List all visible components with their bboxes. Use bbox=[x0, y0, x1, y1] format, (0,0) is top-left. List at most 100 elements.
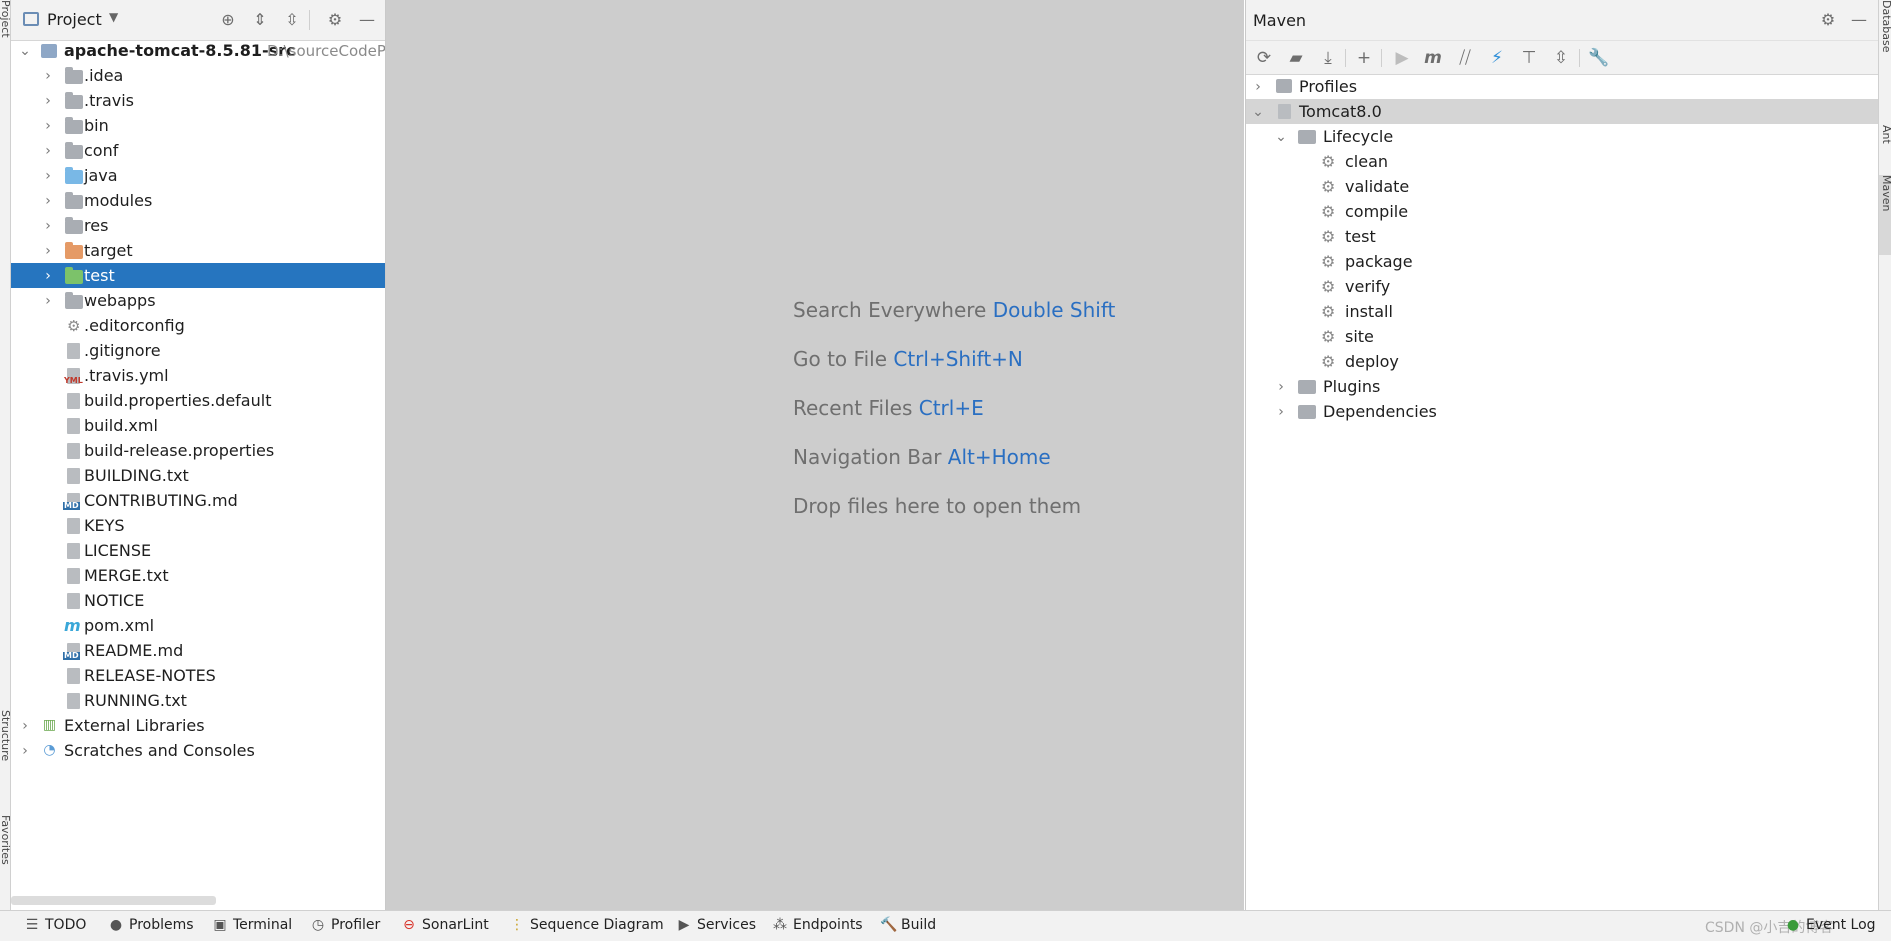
bottom-tab-services[interactable]: ▶ Services bbox=[676, 917, 756, 933]
tree-item[interactable]: build.properties.default bbox=[11, 388, 385, 413]
tree-item[interactable]: LICENSE bbox=[11, 538, 385, 563]
add-icon[interactable]: + bbox=[1353, 47, 1375, 69]
run-icon[interactable]: ▶ bbox=[1391, 47, 1413, 69]
tree-item[interactable]: RELEASE-NOTES bbox=[11, 663, 385, 688]
bottom-tab-build[interactable]: 🔨 Build bbox=[880, 917, 936, 933]
gear-icon[interactable]: ⚙ bbox=[1818, 10, 1838, 30]
maven-phase-item[interactable]: ⚙ clean bbox=[1246, 149, 1878, 174]
tree-item[interactable]: NOTICE bbox=[11, 588, 385, 613]
reload-icon[interactable]: ⟳ bbox=[1253, 47, 1275, 69]
editor-empty-area[interactable]: Search Everywhere Double Shift Go to File… bbox=[386, 0, 1244, 910]
add-folder-icon[interactable]: ▰ bbox=[1285, 47, 1307, 69]
chevron-right-icon[interactable]: › bbox=[41, 218, 55, 234]
ant-tool-tab[interactable]: Ant bbox=[1879, 125, 1891, 170]
maven-project-row[interactable]: ⌄ Tomcat8.0 bbox=[1246, 99, 1878, 124]
tree-root-row[interactable]: ⌄ apache-tomcat-8.5.81-src D:\sourceCode… bbox=[11, 38, 385, 63]
chevron-right-icon[interactable]: › bbox=[41, 93, 55, 109]
chevron-right-icon[interactable]: › bbox=[41, 118, 55, 134]
skip-tests-icon[interactable]: ⚡ bbox=[1486, 47, 1508, 69]
chevron-right-icon[interactable]: › bbox=[18, 718, 32, 734]
tree-item[interactable]: build.xml bbox=[11, 413, 385, 438]
collapse-all-icon[interactable]: ⇳ bbox=[1550, 47, 1572, 69]
maven-phase-item[interactable]: ⚙ install bbox=[1246, 299, 1878, 324]
tree-item[interactable]: › bin bbox=[11, 113, 385, 138]
maven-phase-item[interactable]: ⚙ site bbox=[1246, 324, 1878, 349]
wrench-icon[interactable]: 🔧 bbox=[1588, 47, 1610, 69]
show-dependencies-icon[interactable]: ⊤ bbox=[1518, 47, 1540, 69]
gear-icon[interactable]: ⚙ bbox=[325, 10, 345, 30]
toggle-offline-icon[interactable]: ⧸⧸ bbox=[1454, 47, 1476, 69]
bottom-tab-profiler[interactable]: ◷ Profiler bbox=[310, 917, 380, 933]
chevron-right-icon[interactable]: › bbox=[41, 143, 55, 159]
tree-item[interactable]: .gitignore bbox=[11, 338, 385, 363]
horizontal-scrollbar[interactable] bbox=[11, 896, 216, 905]
chevron-right-icon[interactable]: › bbox=[41, 168, 55, 184]
tree-item[interactable]: ⚙ .editorconfig bbox=[11, 313, 385, 338]
text-file-icon bbox=[67, 568, 80, 584]
chevron-down-icon[interactable]: ⌄ bbox=[18, 43, 32, 59]
maven-phase-item[interactable]: ⚙ test bbox=[1246, 224, 1878, 249]
bottom-tab-problems[interactable]: ● Problems bbox=[108, 917, 194, 933]
maven-profiles-row[interactable]: › Profiles bbox=[1246, 74, 1878, 99]
chevron-right-icon[interactable]: › bbox=[41, 193, 55, 209]
tree-item[interactable]: › webapps bbox=[11, 288, 385, 313]
database-tool-tab[interactable]: Database bbox=[1879, 0, 1891, 100]
expand-all-icon[interactable]: ⇕ bbox=[250, 10, 270, 30]
tree-item[interactable]: MD CONTRIBUTING.md bbox=[11, 488, 385, 513]
tree-item[interactable]: › modules bbox=[11, 188, 385, 213]
maven-phase-item[interactable]: ⚙ compile bbox=[1246, 199, 1878, 224]
bottom-tab-endpoints[interactable]: ⁂ Endpoints bbox=[772, 917, 863, 933]
chevron-down-icon[interactable]: ⌄ bbox=[1274, 129, 1288, 145]
tree-item[interactable]: › conf bbox=[11, 138, 385, 163]
tree-item[interactable]: KEYS bbox=[11, 513, 385, 538]
chevron-down-icon[interactable]: ▼ bbox=[109, 10, 118, 24]
chevron-right-icon[interactable]: › bbox=[1274, 404, 1288, 420]
maven-phase-item[interactable]: ⚙ package bbox=[1246, 249, 1878, 274]
chevron-down-icon[interactable]: ⌄ bbox=[1251, 104, 1265, 120]
tree-item[interactable]: › java bbox=[11, 163, 385, 188]
tree-item[interactable]: › test bbox=[11, 263, 385, 288]
editor-hint: Recent Files Ctrl+E bbox=[793, 396, 984, 420]
chevron-right-icon[interactable]: › bbox=[41, 268, 55, 284]
tree-item[interactable]: › res bbox=[11, 213, 385, 238]
bottom-tab-terminal[interactable]: ▣ Terminal bbox=[212, 917, 292, 933]
tree-item[interactable]: BUILDING.txt bbox=[11, 463, 385, 488]
chevron-right-icon[interactable]: › bbox=[41, 293, 55, 309]
bottom-tab-sequence-diagram[interactable]: ⋮ Sequence Diagram bbox=[509, 917, 664, 933]
chevron-right-icon[interactable]: › bbox=[1251, 79, 1265, 95]
maven-dependencies-row[interactable]: › Dependencies bbox=[1246, 399, 1878, 424]
maven-plugins-row[interactable]: › Plugins bbox=[1246, 374, 1878, 399]
download-icon[interactable]: ⤓ bbox=[1317, 47, 1339, 69]
minimize-icon[interactable]: — bbox=[357, 10, 377, 30]
maven-lifecycle-row[interactable]: ⌄ Lifecycle bbox=[1246, 124, 1878, 149]
maven-goal-icon[interactable]: m bbox=[1422, 47, 1444, 69]
locate-icon[interactable]: ⊕ bbox=[218, 10, 238, 30]
chevron-right-icon[interactable]: › bbox=[41, 243, 55, 259]
tree-item[interactable]: RUNNING.txt bbox=[11, 688, 385, 713]
root-project-name: apache-tomcat-8.5.81-src bbox=[64, 41, 296, 60]
chevron-right-icon[interactable]: › bbox=[18, 743, 32, 759]
collapse-all-icon[interactable]: ⇳ bbox=[282, 10, 302, 30]
tree-item[interactable]: m pom.xml bbox=[11, 613, 385, 638]
external-libraries-row[interactable]: › ▥ External Libraries bbox=[11, 713, 385, 738]
tree-item[interactable]: › .travis bbox=[11, 88, 385, 113]
chevron-right-icon[interactable]: › bbox=[1274, 379, 1288, 395]
tree-item[interactable]: › .idea bbox=[11, 63, 385, 88]
chevron-right-icon[interactable]: › bbox=[41, 68, 55, 84]
toolbar-divider bbox=[1579, 49, 1580, 67]
project-panel-title[interactable]: Project bbox=[47, 10, 102, 29]
minimize-icon[interactable]: — bbox=[1849, 10, 1869, 30]
maven-phase-item[interactable]: ⚙ deploy bbox=[1246, 349, 1878, 374]
maven-phase-item[interactable]: ⚙ verify bbox=[1246, 274, 1878, 299]
tree-item[interactable]: › target bbox=[11, 238, 385, 263]
maven-phase-item[interactable]: ⚙ validate bbox=[1246, 174, 1878, 199]
maven-tool-tab[interactable]: Maven bbox=[1879, 175, 1891, 255]
bottom-tab-sonarlint[interactable]: ⊖ SonarLint bbox=[401, 917, 489, 933]
scratches-row[interactable]: › ◔ Scratches and Consoles bbox=[11, 738, 385, 763]
tree-item[interactable]: MERGE.txt bbox=[11, 563, 385, 588]
tree-item[interactable]: MD README.md bbox=[11, 638, 385, 663]
tree-item[interactable]: YML .travis.yml bbox=[11, 363, 385, 388]
bottom-tab-todo[interactable]: ☰ TODO bbox=[24, 917, 87, 933]
event-log-tab[interactable]: ● Event Log bbox=[1785, 917, 1876, 933]
tree-item[interactable]: build-release.properties bbox=[11, 438, 385, 463]
